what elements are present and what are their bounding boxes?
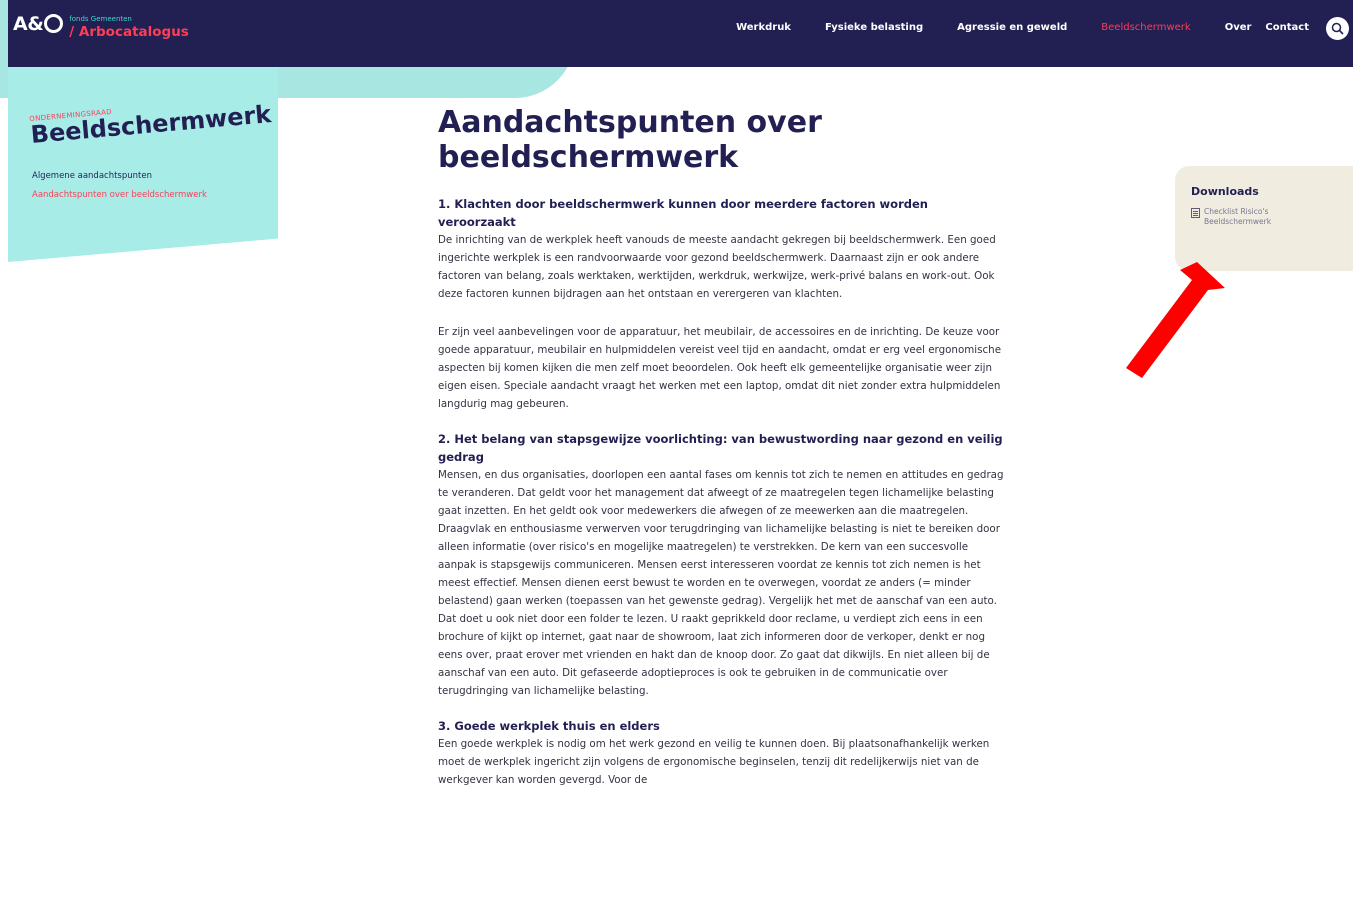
nav-link-contact[interactable]: Contact — [1265, 22, 1309, 33]
logo-subtitle: fonds Gemeenten — [69, 15, 132, 23]
sidebar-menu: Algemene aandachtspunten Aandachtspunten… — [32, 171, 207, 209]
logo-text: fonds Gemeenten / Arbocatalogus — [69, 15, 189, 40]
sidebar: ONDERNEMINGSRAAD Beeldschermwerk Algemen… — [8, 67, 278, 262]
section-paragraph: Mensen, en dus organisaties, doorlopen e… — [438, 469, 1004, 697]
section-title: 3. Goede werkplek thuis en elders — [438, 719, 660, 733]
red-arrow-annotation — [1126, 262, 1225, 378]
download-link-checklist[interactable]: Checklist Risico's Beeldschermwerk — [1191, 207, 1294, 227]
nav-link-over[interactable]: Over — [1225, 22, 1252, 33]
logo-mark: A& — [13, 13, 64, 35]
main-nav: Werkdruk Fysieke belasting Agressie en g… — [702, 22, 1309, 33]
section-title: 2. Het belang van stapsgewijze voorlicht… — [438, 432, 1003, 464]
download-link-label: Checklist Risico's Beeldschermwerk — [1204, 207, 1272, 226]
nav-link-beeldschermwerk[interactable]: Beeldschermwerk — [1101, 22, 1190, 33]
search-button[interactable] — [1326, 17, 1349, 40]
sidebar-item-aandachtspunten-beeldschermwerk[interactable]: Aandachtspunten over beeldschermwerk — [32, 190, 207, 200]
sidebar-item-algemene-aandachtspunten[interactable]: Algemene aandachtspunten — [32, 171, 207, 181]
section-paragraph: De inrichting van de werkplek heeft vano… — [438, 234, 996, 300]
nav-link-agressie-en-geweld[interactable]: Agressie en geweld — [957, 22, 1067, 33]
section-paragraph: Een goede werkplek is nodig om het werk … — [438, 738, 990, 786]
page-title: Aandachtspunten over beeldschermwerk — [438, 105, 822, 175]
sidebar-heading: ONDERNEMINGSRAAD Beeldschermwerk — [29, 94, 272, 149]
logo-ring-icon — [44, 14, 64, 33]
nav-link-fysieke-belasting[interactable]: Fysieke belasting — [825, 22, 923, 33]
top-navbar: A& fonds Gemeenten / Arbocatalogus Werkd… — [8, 0, 1353, 67]
search-icon — [1331, 22, 1344, 35]
nav-link-werkdruk[interactable]: Werkdruk — [736, 22, 791, 33]
logo[interactable]: A& fonds Gemeenten / Arbocatalogus — [13, 13, 189, 40]
logo-title: / Arbocatalogus — [69, 24, 189, 40]
downloads-title: Downloads — [1191, 185, 1259, 198]
document-icon — [1191, 208, 1200, 218]
section-paragraph: Er zijn veel aanbevelingen voor de appar… — [438, 326, 1002, 410]
arrow-icon — [1126, 262, 1225, 378]
section-title: 1. Klachten door beeldschermwerk kunnen … — [438, 197, 928, 229]
main-content: Aandachtspunten over beeldschermwerk 1. … — [438, 105, 1008, 806]
logo-mark-text: A& — [13, 13, 44, 35]
